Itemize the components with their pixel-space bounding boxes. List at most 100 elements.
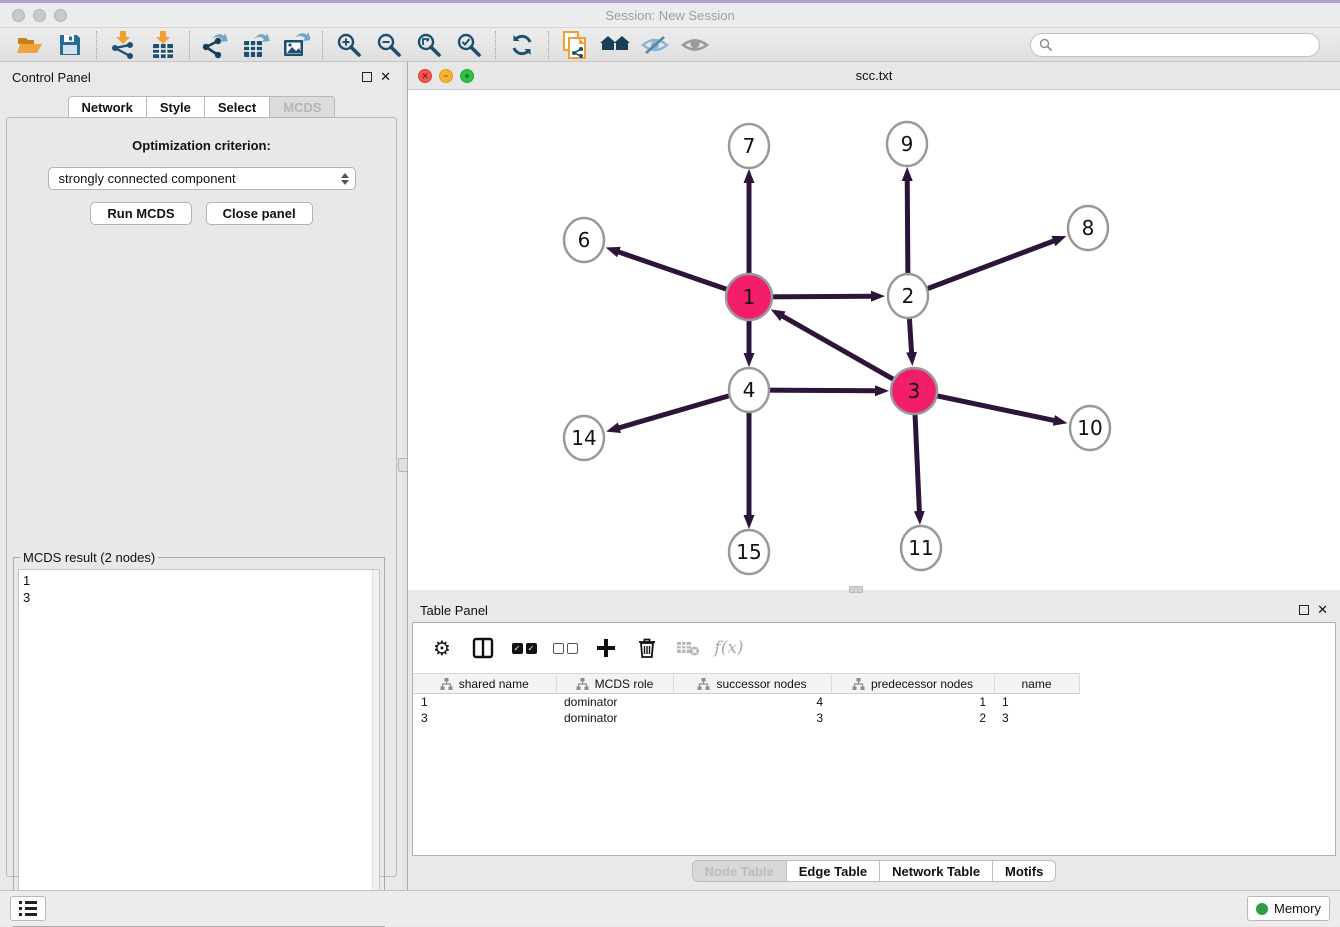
network-table-split-grip[interactable] [849,586,863,593]
graph-node-label-15: 15 [736,540,761,564]
tab-select[interactable]: Select [205,96,270,118]
tab-node-table[interactable]: Node Table [692,860,787,882]
hierarchy-icon [576,678,589,690]
graph-edge-2-8[interactable] [908,240,1055,296]
result-scrollbar[interactable] [372,570,379,921]
table-cell[interactable]: 3 [673,710,831,726]
table-tabs: Node TableEdge TableNetwork TableMotifs [408,860,1340,882]
function-builder-icon[interactable]: f(x) [716,635,742,661]
network-maximize-button[interactable]: + [460,69,474,83]
run-mcds-button[interactable]: Run MCDS [90,202,191,225]
show-all-eye-icon[interactable] [675,30,715,60]
column-header-predecessor-nodes[interactable]: predecessor nodes [831,674,994,694]
open-session-icon[interactable] [10,30,50,60]
mcds-result-text[interactable]: 1 3 [18,569,380,922]
table-panel-header: Table Panel ✕ [408,595,1340,625]
minimize-window-button[interactable] [33,9,46,22]
hierarchy-icon [852,678,865,690]
export-network-icon[interactable] [196,30,236,60]
search-icon [1039,38,1053,52]
hierarchy-icon [440,678,453,690]
maximize-window-button[interactable] [54,9,67,22]
network-canvas[interactable]: 7968124314101511 [408,90,1340,590]
refresh-icon[interactable] [502,30,542,60]
table-cell[interactable]: 3 [994,710,1079,726]
graph-node-label-1: 1 [743,285,756,309]
network-minimize-button[interactable]: − [439,69,453,83]
memory-label: Memory [1274,901,1321,916]
table-row[interactable]: 3dominator323 [413,710,1335,726]
status-bar: Memory [0,890,1340,926]
column-header-MCDS-role[interactable]: MCDS role [556,674,673,694]
close-window-button[interactable] [12,9,25,22]
tab-motifs[interactable]: Motifs [993,860,1056,882]
delete-column-icon[interactable] [634,635,660,661]
float-panel-icon[interactable] [362,72,372,82]
float-table-panel-icon[interactable] [1299,605,1309,615]
close-panel-icon[interactable]: ✕ [380,72,391,82]
network-window-title: scc.txt [856,68,893,83]
zoom-in-icon[interactable] [329,30,369,60]
network-window-titlebar: ✕ − + scc.txt [408,62,1340,90]
table-cell[interactable]: 1 [831,694,994,710]
save-session-icon[interactable] [50,30,90,60]
column-panel-icon[interactable] [470,635,496,661]
memory-button[interactable]: Memory [1247,896,1330,921]
import-network-icon[interactable] [103,30,143,60]
column-header-shared-name[interactable]: shared name [413,674,556,694]
column-label: MCDS role [595,677,654,691]
column-header-successor-nodes[interactable]: successor nodes [673,674,831,694]
control-panel-tabs: NetworkStyleSelectMCDS [0,96,403,118]
table-cell[interactable]: 1 [413,694,556,710]
network-graph[interactable]: 7968124314101511 [408,90,1340,590]
tab-edge-table[interactable]: Edge Table [787,860,880,882]
select-all-checks-icon[interactable]: ✓✓ [511,635,537,661]
export-image-icon[interactable] [276,30,316,60]
graph-node-label-9: 9 [901,132,914,156]
table-cell-empty [1079,710,1335,726]
session-title: Session: New Session [605,8,734,23]
table-cell[interactable]: 3 [413,710,556,726]
show-panels-button[interactable] [10,896,46,921]
zoom-selected-icon[interactable] [449,30,489,60]
window-controls-inactive[interactable] [12,9,67,22]
panel-split-grip[interactable] [398,458,408,472]
search-input[interactable] [1058,38,1311,52]
close-table-panel-icon[interactable]: ✕ [1317,605,1328,615]
add-column-icon[interactable] [593,635,619,661]
toolbar-separator [548,31,549,59]
table-cell[interactable]: 1 [994,694,1079,710]
ndex-homes-icon[interactable] [595,30,635,60]
copy-network-icon[interactable] [555,30,595,60]
node-table: shared name MCDS role successor nodesprede… [413,673,1335,726]
import-table-icon[interactable] [143,30,183,60]
column-label: name [1021,677,1051,691]
delete-table-icon[interactable] [675,635,701,661]
tab-mcds[interactable]: MCDS [270,96,335,118]
table-row[interactable]: 1dominator411 [413,694,1335,710]
close-panel-button[interactable]: Close panel [206,202,313,225]
zoom-fit-icon[interactable] [409,30,449,60]
criterion-select[interactable]: strongly connected component [48,167,356,190]
export-table-icon[interactable] [236,30,276,60]
table-cell[interactable]: dominator [556,694,673,710]
search-field[interactable] [1030,33,1320,57]
network-close-button[interactable]: ✕ [418,69,432,83]
column-header-name[interactable]: name [994,674,1079,694]
table-cell[interactable]: dominator [556,710,673,726]
network-view-window: ✕ − + scc.txt 7968124314101511 [408,62,1340,592]
graph-node-label-7: 7 [743,134,756,158]
table-cell[interactable]: 2 [831,710,994,726]
toolbar-separator [189,31,190,59]
deselect-all-checks-icon[interactable] [552,635,578,661]
hide-selected-eye-icon[interactable] [635,30,675,60]
table-settings-icon[interactable]: ⚙ [429,635,455,661]
tab-network-table[interactable]: Network Table [880,860,993,882]
graph-node-label-11: 11 [908,536,933,560]
tab-style[interactable]: Style [147,96,205,118]
tab-network[interactable]: Network [68,96,147,118]
table-toolbar: ⚙ ✓✓ f(x) [413,623,1335,673]
mcds-result-group: MCDS result (2 nodes) 1 3 [13,550,385,927]
table-cell[interactable]: 4 [673,694,831,710]
zoom-out-icon[interactable] [369,30,409,60]
